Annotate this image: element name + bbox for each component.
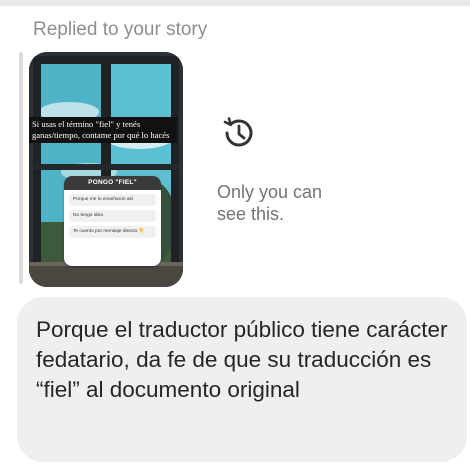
top-divider bbox=[0, 0, 470, 6]
poll-option: No tengo idea bbox=[69, 210, 156, 222]
message-text: Porque el traductor público tiene caráct… bbox=[36, 317, 448, 402]
replied-to-story-label: Replied to your story bbox=[33, 19, 208, 40]
message-bubble[interactable]: Porque el traductor público tiene caráct… bbox=[17, 297, 467, 462]
poll-title: PONGO "FIEL" bbox=[64, 176, 161, 190]
reply-indicator-line bbox=[19, 52, 23, 284]
story-caption: Si usas el término "fiel" y tenés ganas/… bbox=[29, 117, 177, 143]
only-you-line-2: see this. bbox=[217, 204, 285, 224]
story-poll-card: PONGO "FIEL" Porque me lo enseñaron así … bbox=[64, 176, 161, 266]
only-you-line-1: Only you can bbox=[217, 182, 323, 202]
only-you-notice: Only you can see this. bbox=[217, 181, 322, 225]
poll-option: Te cuento por mensaje directo 👇 bbox=[69, 226, 156, 238]
story-thumbnail[interactable]: Si usas el término "fiel" y tenés ganas/… bbox=[29, 52, 183, 287]
poll-option: Porque me lo enseñaron así bbox=[69, 194, 156, 206]
history-icon bbox=[223, 117, 253, 147]
